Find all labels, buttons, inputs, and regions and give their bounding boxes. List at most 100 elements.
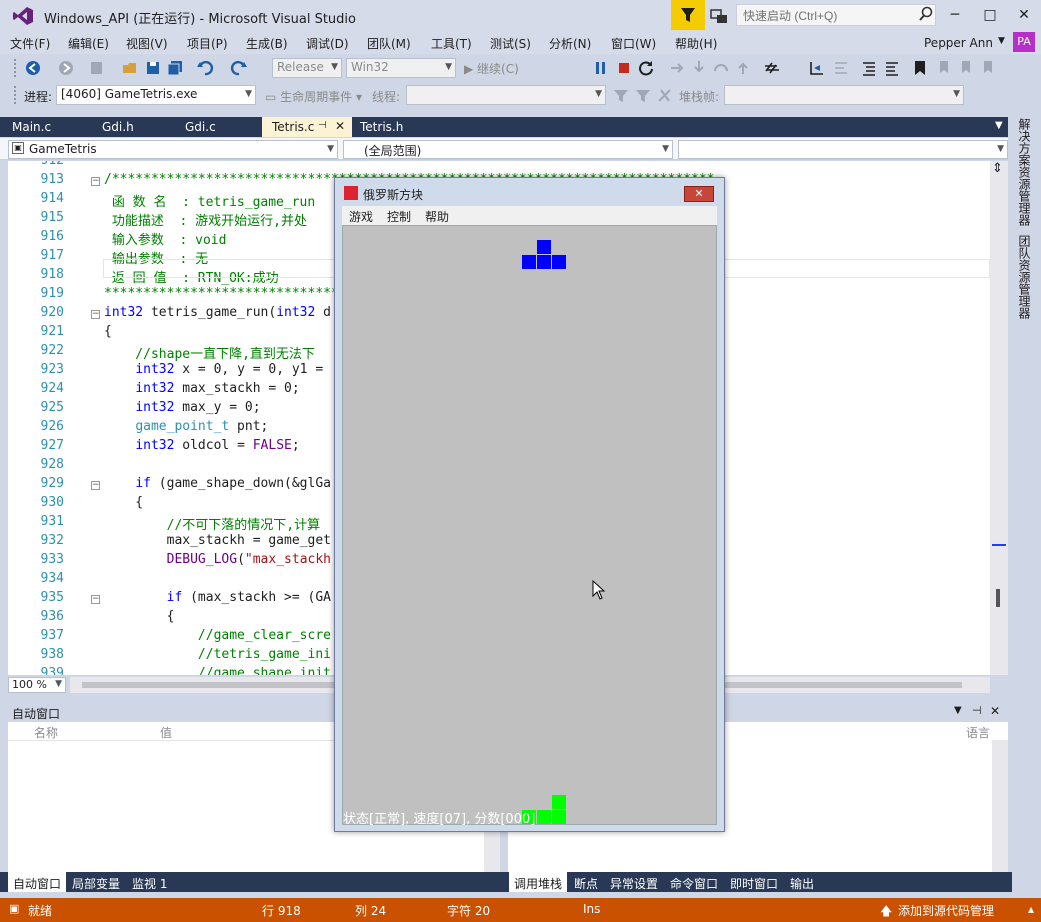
project-dropdown[interactable]: ▣ GameTetris ▼ <box>8 140 338 159</box>
menu-file[interactable]: 文件(F) <box>10 35 50 52</box>
maximize-button[interactable]: □ <box>973 0 1007 30</box>
code-line[interactable]: //tetris_game_ini <box>104 647 331 662</box>
menu-test[interactable]: 测试(S) <box>490 35 531 52</box>
menu-team[interactable]: 团队(M) <box>367 35 411 52</box>
solution-platform-dropdown[interactable]: Win32 ▼ <box>346 58 456 78</box>
tab-tetris-c[interactable]: Tetris.c ⊣ ✕ <box>262 117 352 137</box>
column-header-language[interactable]: 语言 <box>966 724 990 741</box>
menu-analyze[interactable]: 分析(N) <box>549 35 591 52</box>
solution-explorer-tab[interactable]: 解决方案资源管理器 <box>1015 118 1033 226</box>
code-line[interactable]: { <box>104 495 143 510</box>
step-out-icon[interactable] <box>734 59 752 77</box>
undo-icon[interactable] <box>196 59 214 77</box>
user-name[interactable]: Pepper Ann <box>924 36 993 50</box>
code-line[interactable]: //game_clear_scre <box>104 628 331 643</box>
align-icon[interactable] <box>832 59 850 77</box>
member-dropdown[interactable]: ▼ <box>678 140 1008 159</box>
collapse-region-icon[interactable]: − <box>91 595 100 604</box>
quick-launch-input[interactable]: 快速启动 (Ctrl+Q) <box>736 4 936 26</box>
code-line[interactable]: //shape一直下降,直到无法下 <box>104 343 315 362</box>
tab-locals[interactable]: 局部变量 <box>67 872 125 892</box>
notification-filter-button[interactable] <box>671 0 705 30</box>
show-threads-in-source-icon[interactable] <box>656 87 674 105</box>
stack-frame-dropdown[interactable]: ▼ <box>724 85 964 105</box>
split-window-icon[interactable]: ⇕ <box>992 161 1003 176</box>
pin-icon[interactable]: ⊣ <box>972 704 982 717</box>
bookmark-icon[interactable] <box>911 59 929 77</box>
code-line[interactable]: int32 max_y = 0; <box>104 400 260 415</box>
process-dropdown[interactable]: [4060] GameTetris.exe ▼ <box>56 85 256 105</box>
save-all-icon[interactable] <box>166 59 184 77</box>
stop-debugging-icon[interactable] <box>615 59 633 77</box>
code-line[interactable]: //game_shape_init <box>104 666 331 675</box>
collapse-region-icon[interactable]: − <box>91 481 100 490</box>
code-line[interactable]: int32 tetris_game_run(int32 d <box>104 305 331 320</box>
zoom-dropdown[interactable]: 100 % ▼ <box>8 677 66 693</box>
code-line[interactable]: //不可下落的情况下,计算 <box>104 514 320 533</box>
code-line[interactable]: { <box>104 609 175 624</box>
collapse-region-icon[interactable]: − <box>91 177 100 186</box>
flag-threads-icon[interactable] <box>634 87 652 105</box>
restart-icon[interactable] <box>637 59 655 77</box>
menu-help[interactable]: 帮助(H) <box>675 35 717 52</box>
tab-gdi-h[interactable]: Gdi.h <box>92 117 144 137</box>
menu-edit[interactable]: 编辑(E) <box>68 35 109 52</box>
game-board[interactable] <box>342 225 717 825</box>
thread-dropdown[interactable]: ▼ <box>406 85 606 105</box>
tab-command-window[interactable]: 命令窗口 <box>665 872 723 892</box>
code-line[interactable]: if (max_stackh >= (GA <box>104 590 331 605</box>
hex-display-icon[interactable] <box>763 59 781 77</box>
chevron-up-icon[interactable]: ▴ <box>1028 902 1034 916</box>
tab-main-c[interactable]: Main.c <box>2 117 61 137</box>
tab-exception-settings[interactable]: 异常设置 <box>605 872 663 892</box>
code-line[interactable]: 输入参数 : void <box>104 229 227 248</box>
collapse-region-icon[interactable]: − <box>91 310 100 319</box>
close-icon[interactable]: ✕ <box>335 119 345 133</box>
navigate-back-icon[interactable] <box>24 59 42 77</box>
search-icon[interactable] <box>918 6 934 22</box>
menu-project[interactable]: 项目(P) <box>187 35 228 52</box>
step-into-icon[interactable] <box>690 59 708 77</box>
tab-gdi-c[interactable]: Gdi.c <box>175 117 226 137</box>
toolbar-grip[interactable] <box>14 86 18 104</box>
tab-watch-1[interactable]: 监视 1 <box>127 872 172 892</box>
editor-vertical-scrollbar[interactable] <box>990 161 1008 675</box>
clear-bookmarks-icon[interactable] <box>978 59 996 77</box>
solution-configuration-dropdown[interactable]: Release ▼ <box>272 58 342 78</box>
previous-bookmark-icon[interactable] <box>934 59 952 77</box>
show-next-statement-icon[interactable] <box>668 59 686 77</box>
add-to-source-control-button[interactable]: 添加到源代码管理 <box>898 902 994 919</box>
panel-dropdown-icon[interactable]: ▼ <box>954 705 962 716</box>
tab-tetris-h[interactable]: Tetris.h <box>350 117 413 137</box>
step-over-icon[interactable] <box>712 59 730 77</box>
scroll-thumb[interactable] <box>996 589 1000 607</box>
pin-icon[interactable]: ⊣ <box>318 120 327 131</box>
menu-build[interactable]: 生成(B) <box>246 35 288 52</box>
new-project-icon[interactable] <box>88 59 106 77</box>
tab-output[interactable]: 输出 <box>785 872 819 892</box>
arrow-up-icon[interactable]: 🡅 <box>880 902 892 922</box>
next-bookmark-icon[interactable] <box>956 59 974 77</box>
code-line[interactable]: int32 max_stackh = 0; <box>104 381 299 396</box>
tab-call-stack[interactable]: 调用堆栈 <box>509 872 568 892</box>
game-menu-game[interactable]: 游戏 <box>349 208 373 225</box>
game-close-button[interactable]: ✕ <box>684 186 714 202</box>
breakpoint-location-icon[interactable] <box>808 59 826 77</box>
code-line[interactable]: int32 oldcol = FALSE; <box>104 438 299 453</box>
tab-autos[interactable]: 自动窗口 <box>8 872 67 892</box>
code-line[interactable]: 功能描述 : 游戏开始运行,并处 <box>104 210 307 229</box>
uncomment-lines-icon[interactable] <box>883 59 901 77</box>
close-icon[interactable]: ✕ <box>990 704 1000 718</box>
comment-lines-icon[interactable] <box>860 59 878 77</box>
team-explorer-tab[interactable]: 团队资源管理器 <box>1015 235 1033 319</box>
tetris-game-window[interactable]: 俄罗斯方块 ✕ 游戏 控制 帮助 状态[正常], 速度[07], 分数[000] <box>334 177 725 832</box>
filter-threads-icon[interactable] <box>612 87 630 105</box>
code-line[interactable]: max_stackh = game_get <box>104 533 331 548</box>
close-button[interactable]: ✕ <box>1007 0 1041 30</box>
scope-dropdown[interactable]: (全局范围) ▼ <box>343 140 673 159</box>
tab-list-dropdown-icon[interactable]: ▼ <box>995 120 1003 131</box>
menu-view[interactable]: 视图(V) <box>126 35 168 52</box>
call-stack-scrollbar[interactable] <box>992 740 1008 872</box>
column-header-name[interactable]: 名称 <box>34 724 58 741</box>
feedback-icon[interactable] <box>708 5 730 27</box>
